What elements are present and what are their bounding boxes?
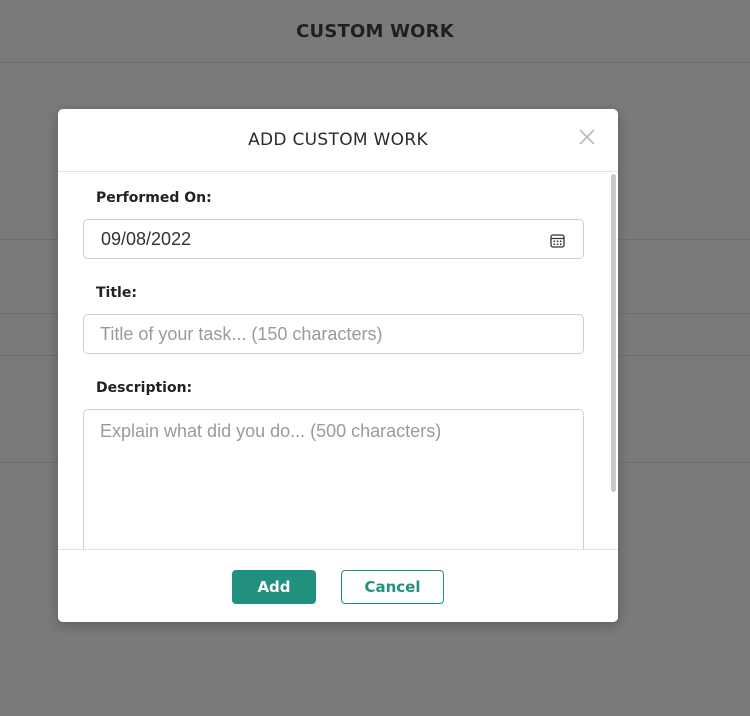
cancel-button[interactable]: Cancel bbox=[341, 570, 444, 604]
dialog-body[interactable]: Performed On: 09/08/2022 Title: Descript… bbox=[58, 172, 618, 549]
close-icon[interactable] bbox=[578, 128, 596, 146]
description-label: Description: bbox=[96, 380, 193, 396]
date-value: 09/08/2022 bbox=[101, 229, 192, 249]
title-label: Title: bbox=[96, 285, 137, 301]
background-page-title: CUSTOM WORK bbox=[0, 0, 750, 63]
performed-on-date-input[interactable]: 09/08/2022 bbox=[83, 219, 584, 259]
add-custom-work-dialog: ADD CUSTOM WORK Performed On: 09/08/2022 bbox=[58, 109, 618, 622]
dialog-scrollbar[interactable] bbox=[608, 172, 618, 549]
page-title: CUSTOM WORK bbox=[296, 20, 454, 42]
dialog-header: ADD CUSTOM WORK bbox=[58, 109, 618, 172]
dialog-footer: Add Cancel bbox=[58, 549, 618, 622]
add-button[interactable]: Add bbox=[232, 570, 316, 604]
performed-on-label: Performed On: bbox=[96, 190, 212, 206]
dialog-title: ADD CUSTOM WORK bbox=[248, 130, 428, 150]
calendar-icon[interactable] bbox=[550, 232, 565, 248]
scrollbar-thumb[interactable] bbox=[611, 174, 616, 492]
description-textarea[interactable] bbox=[83, 409, 584, 549]
title-input[interactable] bbox=[83, 314, 584, 354]
